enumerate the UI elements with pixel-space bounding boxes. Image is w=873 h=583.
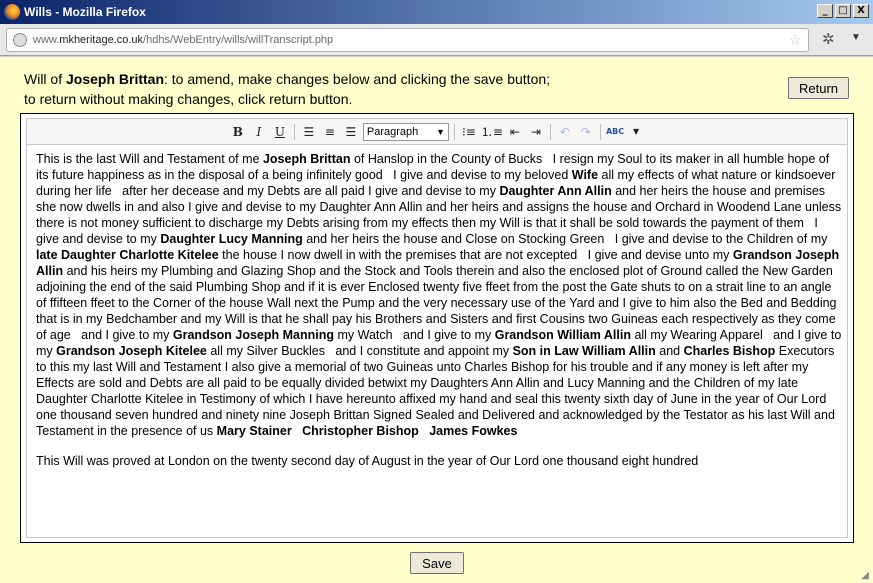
text-segment: the house I now dwell in with the premis…: [218, 248, 733, 262]
text-segment: and her heirs the house and Close on Sto…: [302, 232, 831, 246]
bold-name: Grandson William Allin: [494, 328, 631, 342]
rich-text-editor: B I U ☰ ≡ ☰ Paragraph ▼ ⁝≡ ⒈≡ ⇤ ⇥ ↶ ↷ ABC: [20, 113, 854, 543]
toolbar-separator: [549, 123, 551, 140]
firefox-icon: [4, 4, 20, 20]
chevron-down-icon[interactable]: ▼: [627, 123, 645, 141]
chevron-down-icon[interactable]: ▼: [851, 32, 861, 43]
bookmark-star-icon[interactable]: ☆: [789, 31, 802, 49]
will-transcript[interactable]: This is the last Will and Testament of m…: [36, 151, 842, 439]
editor-inner: B I U ☰ ≡ ☰ Paragraph ▼ ⁝≡ ⒈≡ ⇤ ⇥ ↶ ↷ ABC: [26, 118, 848, 538]
text-segment: and: [655, 344, 684, 358]
bold-name: Grandson Joseph Kitelee: [56, 344, 207, 358]
window-titlebar: Wills - Mozilla Firefox _ □ X: [0, 0, 873, 24]
bold-name: Mary Stainer Christopher Bishop James Fo…: [216, 424, 518, 438]
url-field[interactable]: www.mkheritage.co.uk/hdhs/WebEntry/wills…: [6, 28, 809, 52]
page-content: Will of Joseph Brittan: to amend, make c…: [0, 57, 873, 583]
toolbar-separator: [599, 123, 601, 140]
editor-content[interactable]: This is the last Will and Testament of m…: [36, 151, 842, 535]
minimize-button[interactable]: _: [817, 4, 833, 18]
italic-button[interactable]: I: [250, 123, 268, 141]
bold-button[interactable]: B: [229, 123, 247, 141]
align-center-icon[interactable]: ≡: [321, 123, 339, 141]
bold-name: Daughter Ann Allin: [499, 184, 612, 198]
undo-icon[interactable]: ↶: [556, 123, 574, 141]
align-left-icon[interactable]: ☰: [300, 123, 318, 141]
bold-name: late Daughter Charlotte Kitelee: [36, 248, 219, 262]
toolbar-separator: [293, 123, 295, 140]
chevron-down-icon: ▼: [435, 126, 445, 137]
browser-toolbar: www.mkheritage.co.uk/hdhs/WebEntry/wills…: [0, 24, 873, 56]
editor-toolbar: B I U ☰ ≡ ☰ Paragraph ▼ ⁝≡ ⒈≡ ⇤ ⇥ ↶ ↷ ABC: [27, 119, 847, 145]
text-segment: all my Silver Buckles and I constitute a…: [206, 344, 513, 358]
bold-name: Grandson Joseph Manning: [172, 328, 335, 342]
addon-icon[interactable]: ✲: [822, 30, 835, 48]
site-identity-icon[interactable]: [13, 33, 27, 47]
resize-grip-icon[interactable]: ◢: [861, 570, 869, 581]
page-heading: Will of Joseph Brittan: to amend, make c…: [24, 69, 550, 109]
toolbar-separator: [453, 123, 455, 140]
save-button[interactable]: Save: [410, 552, 464, 574]
testator-name: Joseph Brittan: [66, 71, 165, 87]
text-segment: This is the last Will and Testament of m…: [36, 152, 263, 166]
numbered-list-icon[interactable]: ⒈≡: [481, 123, 503, 141]
outdent-icon[interactable]: ⇤: [506, 123, 524, 141]
underline-button[interactable]: U: [271, 123, 289, 141]
probate-text[interactable]: This Will was proved at London on the tw…: [36, 453, 842, 469]
return-button[interactable]: Return: [788, 77, 849, 99]
bold-name: Wife: [571, 168, 599, 182]
bold-name: Charles Bishop: [683, 344, 776, 358]
window-title: Wills - Mozilla Firefox: [24, 5, 146, 19]
redo-icon[interactable]: ↷: [577, 123, 595, 141]
text-segment: my Watch and I give to my: [334, 328, 495, 342]
indent-icon[interactable]: ⇥: [527, 123, 545, 141]
close-button[interactable]: X: [853, 4, 869, 18]
format-select[interactable]: Paragraph ▼: [362, 122, 449, 141]
align-right-icon[interactable]: ☰: [342, 123, 360, 141]
heading-line-2: to return without making changes, click …: [24, 91, 353, 107]
bold-name: Joseph Brittan: [262, 152, 351, 166]
bullet-list-icon[interactable]: ⁝≡: [460, 123, 478, 141]
bold-name: Son in Law William Allin: [512, 344, 656, 358]
maximize-button[interactable]: □: [835, 4, 851, 18]
heading-line-1: Will of Joseph Brittan: to amend, make c…: [24, 71, 551, 87]
url-text[interactable]: www.mkheritage.co.uk/hdhs/WebEntry/wills…: [33, 34, 333, 46]
bold-name: Daughter Lucy Manning: [160, 232, 303, 246]
window-controls: _ □ X: [817, 4, 869, 18]
spellcheck-icon[interactable]: ABC: [606, 123, 624, 141]
